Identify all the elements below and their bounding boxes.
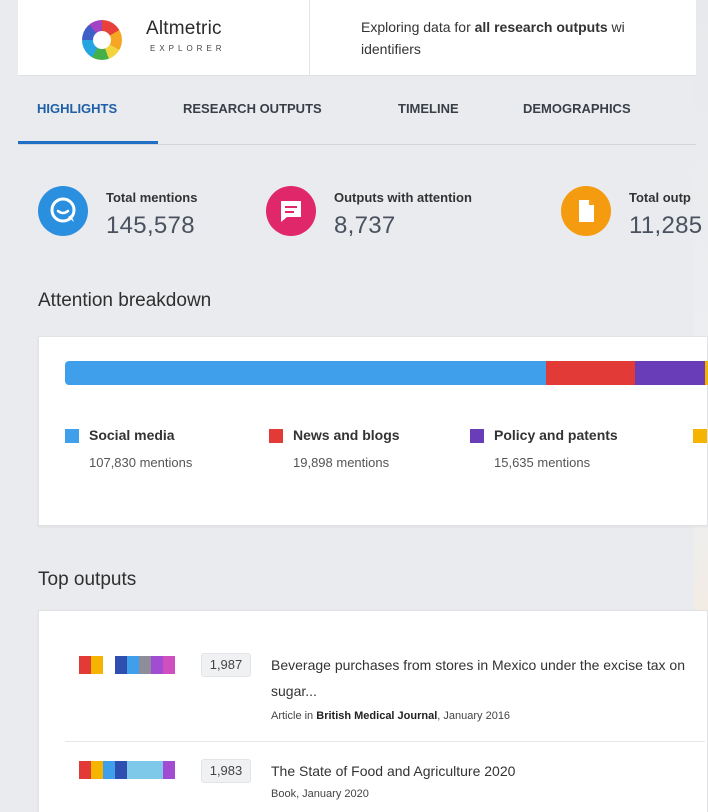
donut-segment [127,656,139,674]
donut-segment [79,761,91,779]
top-outputs-card: 1,987 Beverage purchases from stores in … [38,610,708,812]
attention-bar-segment [635,361,706,385]
legend-label: Policy and patents [494,427,618,443]
chat-bubble-icon [38,186,88,236]
donut-segment [79,656,91,674]
stat-label: Total mentions [106,190,198,205]
stat-value: 8,737 [334,212,396,239]
tab-highlights[interactable]: HIGHLIGHTS [37,101,117,116]
altmetric-donut-icon [82,20,122,60]
donut-segment [103,656,115,674]
legend-count: 15,635 mentions [494,455,591,470]
donut-segment [151,656,163,674]
output-journal: British Medical Journal [316,710,438,722]
header-desc-bold: all research outputs [474,19,608,35]
tab-demographics[interactable]: DEMOGRAPHICS [523,101,631,116]
row-divider [65,741,705,742]
output-title[interactable]: The State of Food and Agriculture 2020 [271,758,701,784]
logo[interactable]: Altmetric EXPLORER [18,0,310,76]
legend-label: Social media [89,427,175,443]
attention-score-badge: 1,983 [201,759,251,783]
header: Altmetric EXPLORER Exploring data for al… [18,0,696,76]
tab-research-outputs[interactable]: RESEARCH OUTPUTS [183,101,322,116]
header-desc-prefix: Exploring data for [361,19,475,35]
donut-segment [115,656,127,674]
header-desc-line2: identifiers [361,41,421,57]
output-meta-prefix: Book, January 2020 [271,788,369,800]
stat-value: 145,578 [106,212,195,239]
logo-subtitle: EXPLORER [150,44,226,53]
tab-timeline[interactable]: TIMELINE [398,101,459,116]
attention-breakdown-title: Attention breakdown [38,290,212,311]
donut-segment [139,656,151,674]
legend-swatch [269,429,283,443]
donut-segment [103,761,115,779]
legend-swatch [693,429,707,443]
output-meta: Book, January 2020 [271,788,369,800]
donut-segment [163,761,175,779]
legend-label: News and blogs [293,427,400,443]
attention-bar-segment [65,361,547,385]
donut-segment [151,761,163,779]
app-window: Altmetric EXPLORER Exploring data for al… [0,0,708,812]
donut-segment [115,761,127,779]
attention-donut-strip [79,761,175,779]
document-icon [561,186,611,236]
output-meta-prefix: Article in [271,710,317,722]
donut-segment [91,761,103,779]
donut-segment [127,761,139,779]
top-outputs-title: Top outputs [38,569,137,590]
tab-bar: HIGHLIGHTS RESEARCH OUTPUTS TIMELINE DEM… [18,77,696,145]
stat-label: Outputs with attention [334,190,472,205]
donut-segment [139,761,151,779]
stat-label: Total outp [629,190,691,205]
attention-bar [65,361,708,385]
active-tab-indicator [18,141,158,144]
output-title[interactable]: Beverage purchases from stores in Mexico… [271,652,701,704]
donut-segment [163,656,175,674]
header-desc-suffix: wi [607,19,625,35]
logo-name: Altmetric [146,18,222,39]
donut-segment [91,656,103,674]
attention-donut-strip [79,656,175,674]
legend-swatch [470,429,484,443]
message-icon [266,186,316,236]
stat-value: 11,285 [629,212,703,239]
attention-score-badge: 1,987 [201,653,251,677]
legend-count: 19,898 mentions [293,455,390,470]
attention-card: Social media 107,830 mentions News and b… [38,336,708,526]
attention-bar-segment [546,361,636,385]
header-description: Exploring data for all research outputs … [361,16,696,60]
output-meta-suffix: , January 2016 [437,710,511,722]
legend-swatch [65,429,79,443]
legend-count: 107,830 mentions [89,455,193,470]
output-meta: Article in British Medical Journal, Janu… [271,710,510,722]
